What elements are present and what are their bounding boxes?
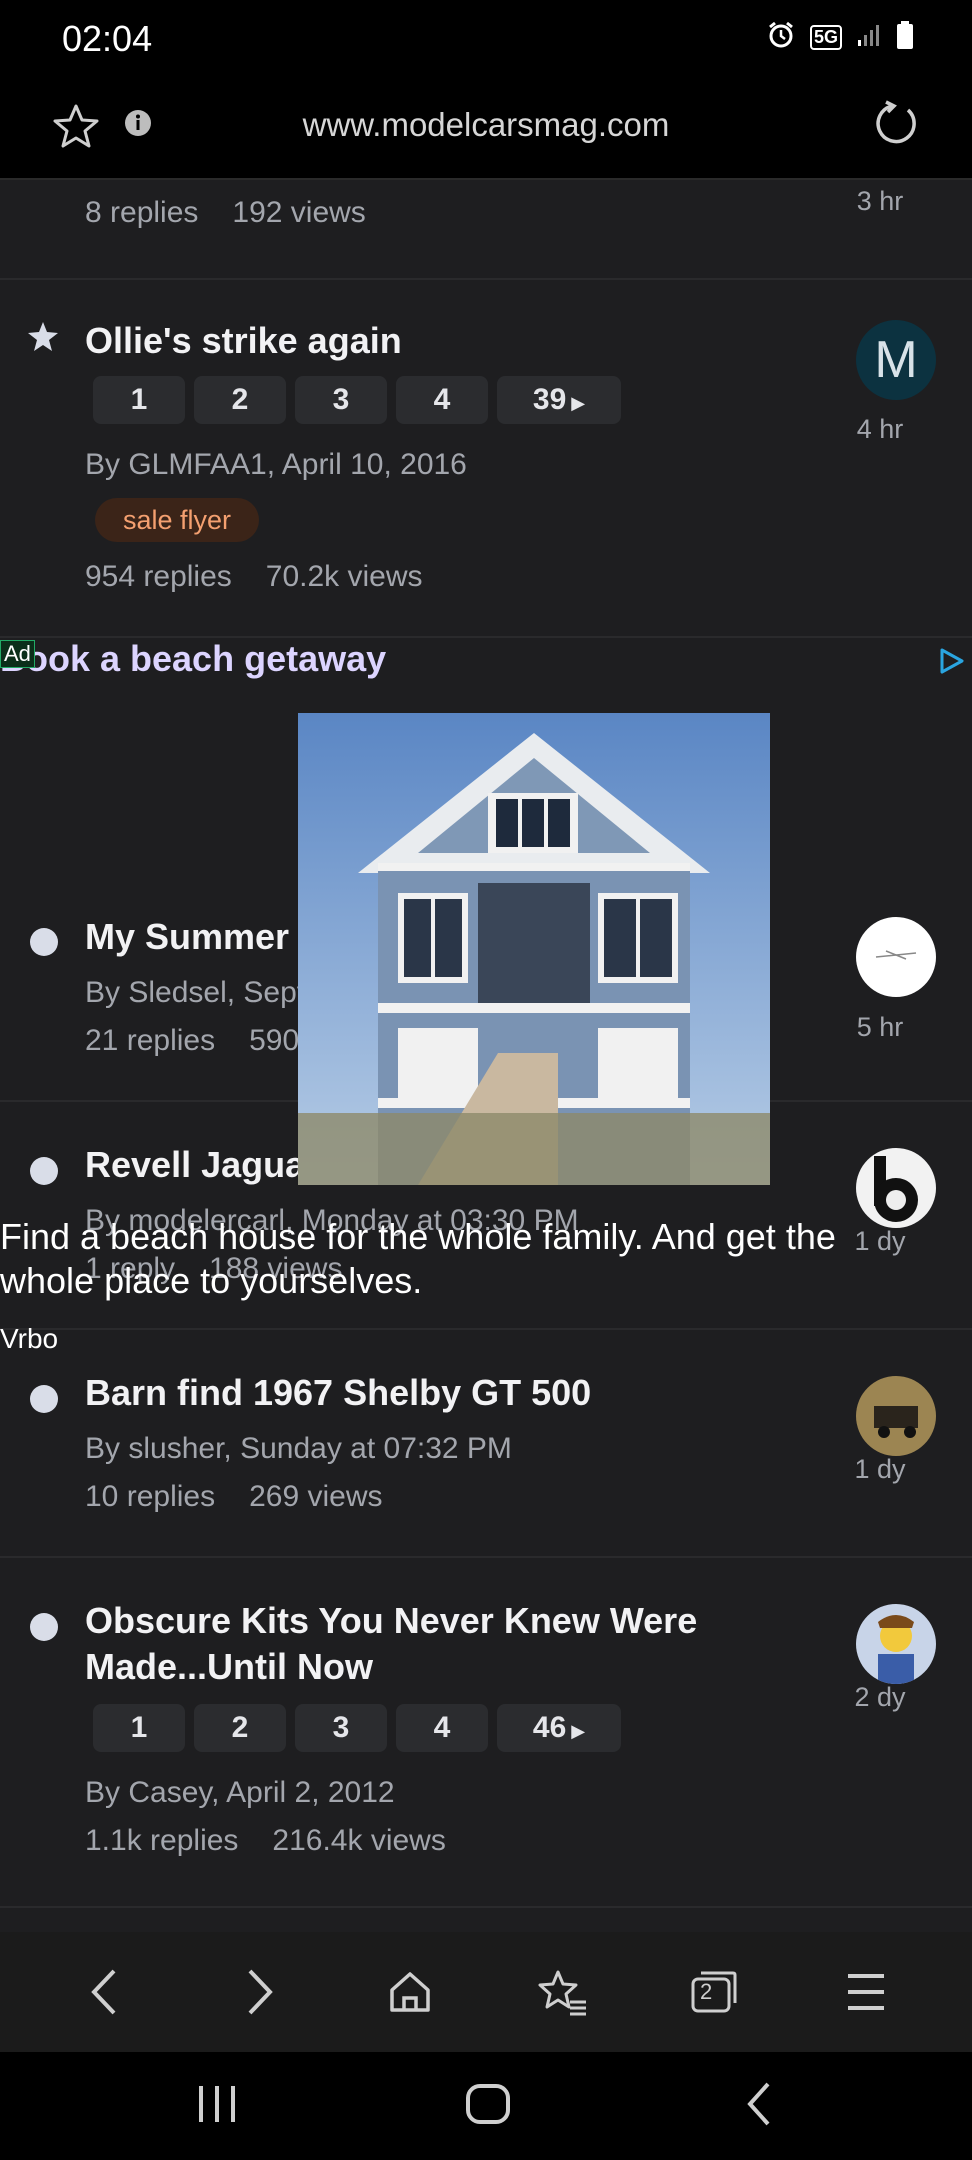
page-link[interactable]: 2 [194, 1704, 286, 1752]
status-time: 02:04 [62, 18, 153, 59]
network-5g-icon: 5G [809, 25, 842, 50]
topic-byline[interactable]: By GLMFAA1, April 10, 2016 [85, 448, 467, 482]
tabs-icon[interactable]: 2 [674, 1952, 754, 2032]
battery-icon [896, 20, 914, 55]
bookmarks-icon[interactable] [522, 1952, 602, 2032]
topic-replies: 1.1k replies [85, 1824, 239, 1857]
topic-tag[interactable]: sale flyer [95, 498, 260, 542]
topic-row[interactable]: Obscure Kits You Never Knew Were Made...… [0, 1558, 972, 1908]
ad-description[interactable]: Find a beach house for the whole family.… [0, 1215, 890, 1303]
topic-pagination: 1 2 3 4 39 ▶ [93, 376, 621, 424]
ad-image-beach-house[interactable] [298, 713, 770, 1185]
topic-replies: 954 replies [85, 560, 232, 593]
topic-title[interactable]: Barn find 1967 Shelby GT 500 [85, 1370, 822, 1416]
forward-icon[interactable] [218, 1952, 298, 2032]
topic-row[interactable]: Barn find 1967 Shelby GT 500 By slusher,… [0, 1330, 972, 1558]
topic-views: 192 views [232, 196, 366, 229]
system-nav-bar [0, 2052, 972, 2160]
forum-topic-list: 8 replies 192 views 3 hr Ollie's strike … [0, 180, 972, 1932]
back-icon[interactable] [66, 1952, 146, 2032]
page-link[interactable]: 1 [93, 1704, 185, 1752]
caret-right-icon: ▶ [566, 393, 586, 413]
pinned-star-icon [26, 320, 60, 359]
topic-stats: 954 replies 70.2k views [85, 560, 423, 594]
page-link[interactable]: 3 [295, 376, 387, 424]
status-bar: 02:04 5G [0, 0, 972, 80]
last-page-number: 39 [532, 383, 567, 416]
topic-age: 1 dy [854, 1454, 906, 1484]
recent-apps-icon[interactable] [195, 2080, 239, 2133]
topic-age: 3 hr [856, 186, 904, 216]
page-link[interactable]: 4 [396, 1704, 488, 1752]
page-link[interactable]: 1 [93, 376, 185, 424]
avatar[interactable] [856, 1604, 936, 1684]
topic-age: 2 dy [854, 1682, 906, 1712]
topic-row[interactable]: Ollie's strike again 1 2 3 4 39 ▶ By GLM… [0, 280, 972, 638]
topic-age: 4 hr [856, 414, 904, 444]
tabs-count: 2 [700, 1979, 713, 2004]
reload-icon[interactable] [872, 100, 920, 153]
back-nav-icon[interactable] [740, 2080, 780, 2133]
topic-views: 216.4k views [272, 1824, 446, 1857]
ad-title[interactable]: Book a beach getaway [0, 638, 386, 680]
topic-age: 5 hr [856, 1012, 904, 1042]
topic-replies: 8 replies [85, 196, 199, 229]
topic-stats: 10 replies 269 views [85, 1480, 382, 1514]
caret-right-icon: ▶ [566, 1721, 586, 1741]
unread-dot [30, 928, 58, 956]
topic-stats: 1.1k replies 216.4k views [85, 1824, 446, 1858]
page-link[interactable]: 3 [295, 1704, 387, 1752]
home-nav-icon[interactable] [464, 2080, 512, 2133]
menu-icon[interactable] [826, 1952, 906, 2032]
topic-byline[interactable]: By slusher, Sunday at 07:32 PM [85, 1432, 512, 1466]
avatar[interactable] [856, 917, 936, 997]
topic-title[interactable]: Obscure Kits You Never Knew Were Made...… [85, 1598, 822, 1690]
last-page-link[interactable]: 46 ▶ [497, 1704, 621, 1752]
avatar[interactable] [856, 1376, 936, 1456]
topic-byline[interactable]: By Casey, April 2, 2012 [85, 1776, 395, 1810]
ad-choices-icon[interactable] [936, 646, 966, 681]
status-icons: 5G [766, 20, 914, 55]
ad-advertiser[interactable]: Vrbo [0, 1323, 58, 1355]
browser-url-bar: www.modelcarsmag.com [0, 80, 972, 180]
topic-pagination: 1 2 3 4 46 ▶ [93, 1704, 621, 1752]
alarm-icon [766, 20, 796, 55]
topic-replies: 10 replies [85, 1480, 216, 1513]
page-link[interactable]: 2 [194, 376, 286, 424]
last-page-link[interactable]: 39 ▶ [497, 376, 621, 424]
avatar[interactable]: M [856, 320, 936, 400]
topic-views: 269 views [249, 1480, 383, 1513]
browser-toolbar: 2 [0, 1932, 972, 2052]
topic-replies: 21 replies [85, 1024, 216, 1057]
ad-label: Ad [0, 640, 35, 668]
unread-dot [30, 1613, 58, 1641]
topic-row[interactable]: 8 replies 192 views 3 hr [0, 180, 972, 280]
topic-title[interactable]: Ollie's strike again [85, 318, 822, 364]
topic-stats: 8 replies 192 views [85, 196, 366, 230]
last-page-number: 46 [532, 1711, 567, 1744]
unread-dot [30, 1157, 58, 1185]
home-icon[interactable] [370, 1952, 450, 2032]
url-text[interactable]: www.modelcarsmag.com [0, 106, 972, 144]
unread-dot [30, 1385, 58, 1413]
signal-icon [856, 22, 882, 53]
topic-views: 70.2k views [265, 560, 423, 593]
page-link[interactable]: 4 [396, 376, 488, 424]
